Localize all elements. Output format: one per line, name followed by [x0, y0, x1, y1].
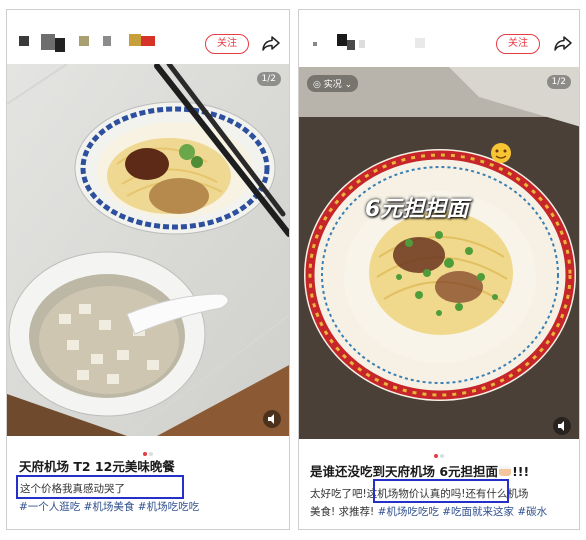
carousel-dots	[299, 443, 579, 458]
image-pager: 1/2	[546, 75, 571, 89]
live-chip-label: 实况	[323, 80, 342, 90]
highlight-box	[16, 475, 184, 499]
carousel-dot	[440, 454, 444, 458]
post-photo[interactable]: 1/2	[7, 64, 289, 436]
chevron-down-icon: ⌄	[341, 80, 353, 90]
image-pager: 1/2	[256, 72, 281, 86]
follow-button[interactable]: 关注	[205, 34, 249, 54]
post-title: 是谁还没吃到天府机场 6元担担面!!!	[310, 461, 529, 480]
body-text-a: 太好吃了吧!	[310, 488, 367, 500]
post-header: 关注	[299, 10, 579, 64]
cake-emoji	[499, 466, 512, 476]
food-photo-dandan-noodles	[299, 67, 579, 439]
food-photo-noodles-and-tofu-soup	[7, 64, 289, 436]
highlight-box	[373, 479, 509, 503]
carousel-dot-active	[434, 454, 438, 458]
post-photo[interactable]: ◎ 实况 ⌄ 1/2 6元担担面	[299, 67, 579, 439]
post-title-text: 是谁还没吃到天府机场 6元担担面	[310, 464, 499, 479]
post-hashtags[interactable]: #机场吃吃吃 #吃面就来这家 #碳水	[378, 506, 548, 518]
body-text-d: 美食! 求推荐!	[310, 506, 375, 518]
post-title: 天府机场 T2 12元美味晚餐	[19, 459, 175, 474]
share-icon[interactable]	[553, 33, 573, 53]
sound-icon[interactable]	[263, 410, 281, 428]
camera-icon: ◎	[313, 80, 324, 90]
live-photo-chip[interactable]: ◎ 实况 ⌄	[307, 75, 359, 92]
post-hashtags[interactable]: #一个人逛吃 #机场美食 #机场吃吃吃	[19, 499, 199, 514]
post-body-line-2: 美食! 求推荐! #机场吃吃吃 #吃面就来这家 #碳水	[310, 504, 547, 519]
carousel-dots	[7, 441, 289, 456]
share-icon[interactable]	[261, 33, 281, 53]
sound-icon[interactable]	[553, 417, 571, 435]
right-post-card: 关注 ◎ 实况 ⌄ 1/2 6元担担面 是谁还没吃到天府机场 6元担担面 !!!…	[298, 9, 580, 530]
photo-overlay-text: 6元担担面	[365, 197, 469, 222]
post-header: 关注	[7, 10, 289, 64]
left-post-card: 关注 1/2 天府机场 T2 12元美味晚餐 这个价格我真感动哭了 #一个人逛吃…	[6, 9, 290, 530]
post-title-suffix: !!!	[512, 464, 530, 479]
follow-button[interactable]: 关注	[496, 34, 540, 54]
